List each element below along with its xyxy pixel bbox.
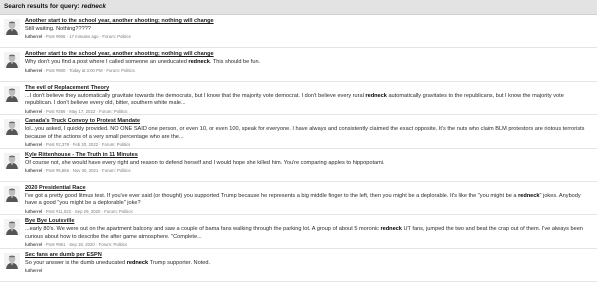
highlighted-term: redneck	[518, 192, 540, 199]
result-title-link[interactable]: The evil of Replacement Theory	[25, 85, 591, 92]
result-item: Bye Bye Louisville ...early 80's. We were…	[0, 215, 597, 249]
highlighted-term: redneck	[126, 259, 149, 266]
result-title-link[interactable]: Bye Bye Louisville	[25, 218, 591, 225]
avatar[interactable]	[4, 85, 20, 102]
result-meta: lutherrel · Post #2,379 · Feb 20, 2022 ·…	[25, 142, 591, 148]
result-title-link[interactable]: Kyle Rittenhouse - The Truth in 11 Minut…	[25, 152, 591, 159]
result-item: Another start to the school year, anothe…	[0, 48, 597, 82]
result-meta: lutherrel · Post #906 · 17 minutes ago ·…	[25, 34, 591, 40]
snippet-text: Why don't you find a post where I called…	[25, 59, 189, 66]
result-snippet: Of course not, she would have every righ…	[25, 160, 591, 167]
avatar[interactable]	[4, 19, 20, 35]
result-item: Another start to the school year, anothe…	[0, 15, 597, 49]
avatar[interactable]	[4, 219, 20, 236]
snippet-text: So your answer is the dumb uneducated	[25, 259, 127, 266]
meta-text: · Post #266 · May 17, 2022 · Forum: Poli…	[42, 108, 128, 114]
result-title-link[interactable]: Canada's Truck Convoy to Protest Mandate	[25, 118, 591, 125]
result-snippet: lol...you asked, I quickly provided. NO …	[25, 126, 591, 141]
result-title-link[interactable]: 2020 Presidential Race	[25, 185, 591, 192]
result-meta: lutherrel · Post #5,865 · Nov 30, 2021 ·…	[25, 168, 591, 174]
results-list: Another start to the school year, anothe…	[0, 15, 597, 283]
snippet-text: I've got a pretty good litmus test. If y…	[25, 192, 519, 199]
meta-text: · Post #906 · 17 minutes ago · Forum: Po…	[42, 34, 131, 40]
meta-text: · Post #11,022 · Sep 29, 2020 · Forum: P…	[42, 208, 133, 214]
result-snippet: ...early 80's. We were out on the apartm…	[25, 226, 591, 241]
snippet-text: Still waiting. Nothing?????	[25, 26, 91, 32]
result-meta: lutherrel · Post #900 · Today at 3:00 PM…	[25, 68, 591, 74]
result-meta: lutherrel · Post #961 · Sep 18, 2020 · F…	[25, 242, 591, 248]
author-link[interactable]: lutherrel	[25, 268, 42, 273]
avatar[interactable]	[4, 119, 20, 136]
result-item: Sec fans are dumb per ESPN So your answe…	[0, 249, 597, 283]
snippet-text: lol...you asked, I quickly provided. NO …	[25, 126, 585, 140]
snippet-text: . This should be fun.	[209, 59, 261, 66]
result-title-link[interactable]: Another start to the school year, anothe…	[25, 51, 591, 58]
author-link[interactable]: lutherrel	[25, 242, 42, 247]
meta-text: · Post #961 · Sep 18, 2020 · Forum: Poli…	[42, 242, 127, 248]
author-link[interactable]: lutherrel	[25, 109, 42, 114]
header-query: redneck	[81, 3, 106, 10]
meta-text: · Post #2,379 · Feb 20, 2022 · Forum: Po…	[42, 141, 131, 147]
avatar[interactable]	[4, 152, 20, 169]
result-title-link[interactable]: Sec fans are dumb per ESPN	[25, 252, 591, 259]
author-link[interactable]: lutherrel	[25, 34, 42, 39]
author-link[interactable]: lutherrel	[25, 68, 42, 73]
result-meta: lutherrel · Post #266 · May 17, 2022 · F…	[25, 109, 591, 115]
result-title-link[interactable]: Another start to the school year, anothe…	[25, 18, 591, 25]
search-results-header: Search results for query: redneck	[0, 0, 597, 15]
author-link[interactable]: lutherrel	[25, 209, 42, 214]
result-item: Kyle Rittenhouse - The Truth in 11 Minut…	[0, 149, 597, 182]
highlighted-term: redneck	[365, 92, 387, 99]
avatar[interactable]	[4, 185, 20, 202]
author-link[interactable]: lutherrel	[25, 142, 42, 147]
result-item: The evil of Replacement Theory ...I don't…	[0, 82, 597, 116]
result-item: 2020 Presidential Race I've got a pretty…	[0, 182, 597, 216]
snippet-text: ...early 80's. We were out on the apartm…	[25, 226, 381, 233]
snippet-text: Of course not, she would have every righ…	[25, 159, 385, 166]
result-snippet: Why don't you find a post where I called…	[25, 59, 591, 66]
result-snippet: Still waiting. Nothing?????	[25, 26, 591, 33]
avatar[interactable]	[4, 52, 20, 69]
avatar[interactable]	[4, 252, 20, 269]
meta-text: · Post #5,865 · Nov 30, 2021 · Forum: Po…	[42, 167, 131, 173]
header-prefix: Search results for query:	[4, 3, 82, 10]
snippet-text: ...I don't believe they automatically gr…	[25, 92, 366, 99]
result-snippet: So your answer is the dumb uneducated re…	[25, 260, 591, 267]
result-snippet: ...I don't believe they automatically gr…	[25, 93, 591, 108]
highlighted-term: redneck	[380, 226, 402, 233]
result-item: Canada's Truck Convoy to Protest Mandate…	[0, 115, 597, 149]
highlighted-term: redneck	[188, 59, 210, 66]
meta-text: · Post #900 · Today at 3:00 PM · Forum: …	[42, 67, 135, 73]
result-meta: lutherrel	[25, 268, 591, 274]
snippet-text: Trump supporter. Noted.	[148, 259, 211, 266]
author-link[interactable]: lutherrel	[25, 168, 42, 173]
result-meta: lutherrel · Post #11,022 · Sep 29, 2020 …	[25, 209, 591, 215]
result-snippet: I've got a pretty good litmus test. If y…	[25, 193, 591, 208]
